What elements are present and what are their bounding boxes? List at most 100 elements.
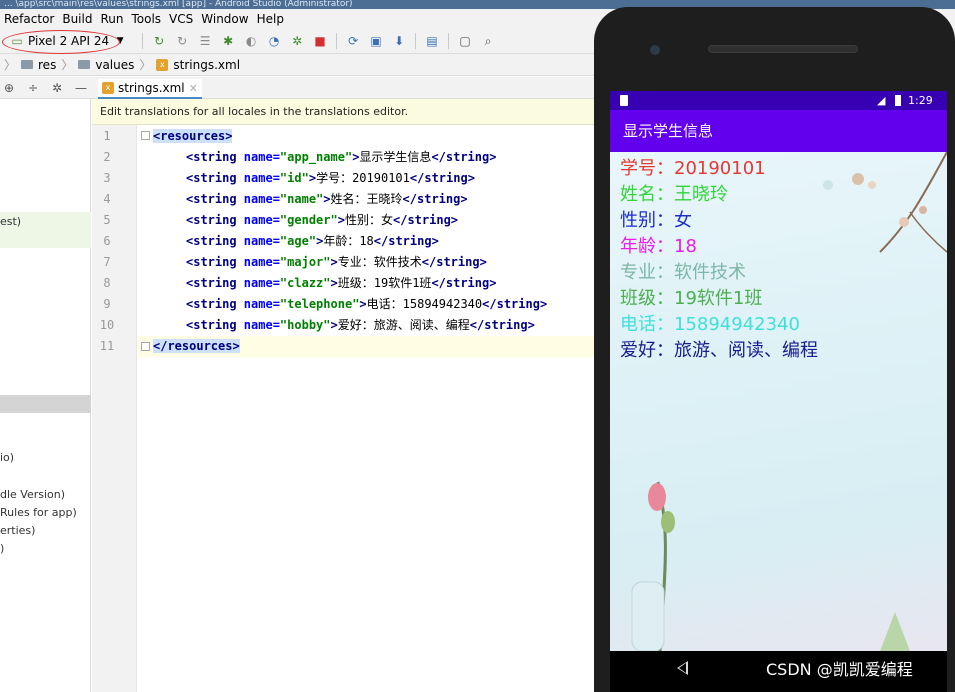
folder-icon: [78, 60, 91, 69]
signal-icon: ◢: [877, 94, 886, 107]
project-tree-item[interactable]: erties): [0, 524, 35, 537]
student-info-content: 学号：20190101 姓名：王晓玲 性别：女 年龄：18 专业：软件技术 班级：19软件…: [610, 152, 947, 651]
coverage-icon[interactable]: ☰: [198, 34, 212, 48]
string-name: clazz: [287, 276, 324, 290]
apply-changes-icon[interactable]: ↻: [152, 34, 166, 48]
menu-window[interactable]: Window: [201, 12, 248, 26]
line-number: 11: [99, 339, 115, 353]
apply-code-changes-icon[interactable]: ↻: [175, 34, 189, 48]
line-number: 1: [103, 129, 111, 143]
fold-marker-icon[interactable]: [141, 342, 150, 351]
menu-help[interactable]: Help: [257, 12, 284, 26]
front-camera: [650, 45, 660, 55]
breadcrumb-values[interactable]: values: [95, 58, 134, 72]
toolbar-separator: [336, 33, 338, 49]
debug-icon[interactable]: ✱: [221, 34, 235, 48]
avd-manager-icon[interactable]: ▣: [369, 34, 383, 48]
project-tree-selection: [0, 395, 91, 413]
chevron-right-icon: 〉: [61, 58, 74, 72]
back-icon[interactable]: [677, 661, 688, 675]
project-panel-toolbar: ⊕ ÷ ✲ —: [0, 77, 92, 99]
string-value: 姓名：王晓玲: [330, 192, 403, 206]
close-icon[interactable]: ✕: [189, 82, 198, 95]
resources-open-tag: <resources>: [153, 129, 233, 143]
red-annotation-oval: [2, 30, 120, 54]
student-field: 班级：19软件1班: [620, 288, 763, 309]
stop-icon[interactable]: ■: [313, 34, 327, 48]
line-number: 9: [103, 297, 111, 311]
watermark: CSDN @凯凯爱编程: [766, 660, 913, 679]
student-field: 学号：20190101: [620, 158, 766, 179]
app-title-bar: 显示学生信息: [610, 110, 947, 152]
menu-build[interactable]: Build: [62, 12, 92, 26]
collapse-all-icon[interactable]: ÷: [26, 81, 40, 95]
project-structure-icon[interactable]: ▢: [458, 34, 472, 48]
battery-icon: [895, 95, 901, 106]
breadcrumb-res[interactable]: res: [38, 58, 56, 72]
project-tree-item[interactable]: io): [0, 451, 14, 464]
line-number: 3: [103, 171, 111, 185]
menu-refactor[interactable]: Refactor: [4, 12, 54, 26]
toolbar-separator: [142, 33, 144, 49]
code-line-11: </resources>: [153, 336, 240, 357]
menu-tools[interactable]: Tools: [131, 12, 161, 26]
string-name: telephone: [287, 297, 353, 311]
string-value: 班级：19软件1班: [337, 276, 432, 290]
string-value: 显示学生信息: [359, 150, 432, 164]
code-line-2: <string name="app_name">显示学生信息</string>: [186, 150, 497, 164]
menu-run[interactable]: Run: [100, 12, 123, 26]
folder-icon: [21, 60, 34, 69]
hide-panel-icon[interactable]: —: [74, 81, 88, 95]
status-time: 1:29: [908, 94, 933, 107]
fold-marker-icon[interactable]: [141, 131, 150, 140]
code-line-7: <string name="major">专业：软件技术</string>: [186, 255, 487, 269]
project-tree-item[interactable]: dle Version): [0, 488, 65, 501]
code-line-3: <string name="id">学号：20190101</string>: [186, 171, 475, 185]
string-value: 年龄：18: [323, 234, 374, 248]
run-with-coverage-icon[interactable]: ◐: [244, 34, 258, 48]
code-line-9: <string name="telephone">电话：15894942340<…: [186, 297, 548, 311]
device-selector[interactable]: ▭ Pixel 2 API 24 ▼: [2, 30, 133, 54]
emulator-screen[interactable]: ◢ 1:29 显示学生信息 学号：20190101 姓名：王晓玲 性别：女 年龄…: [610, 91, 947, 651]
string-name: hobby: [287, 318, 324, 332]
earpiece-speaker: [708, 45, 858, 53]
project-tree-item[interactable]: ): [0, 542, 4, 555]
sd-card-icon: [620, 95, 628, 106]
string-value: 专业：软件技术: [337, 255, 422, 269]
attach-debugger-icon[interactable]: ✲: [290, 34, 304, 48]
sync-gradle-icon[interactable]: ⟳: [346, 34, 360, 48]
code-line-6: <string name="age">年龄：18</string>: [186, 234, 439, 248]
screenshot-root: ... \app\src\main\res\values\strings.xml…: [0, 0, 955, 692]
tab-strings-xml[interactable]: x strings.xml ✕: [98, 79, 202, 99]
window-title: ... \app\src\main\res\values\strings.xml…: [4, 0, 353, 9]
tab-label: strings.xml: [118, 81, 185, 95]
project-panel: est) io) dle Version) Rules for app) ert…: [0, 99, 91, 692]
code-line-10: <string name="hobby">爱好：旅游、阅读、编程</string…: [186, 318, 535, 332]
sdk-manager-icon[interactable]: ⬇: [392, 34, 406, 48]
string-name: name: [287, 192, 317, 206]
student-field: 姓名：王晓玲: [620, 184, 728, 205]
resources-close-tag: </resources>: [153, 339, 240, 353]
project-tree-item[interactable]: est): [0, 215, 21, 228]
menu-vcs[interactable]: VCS: [169, 12, 193, 26]
chevron-right-icon: 〉: [139, 58, 152, 72]
locate-icon[interactable]: ⊕: [2, 81, 16, 95]
xml-file-icon: x: [156, 58, 169, 71]
line-number: 5: [103, 213, 111, 227]
search-icon[interactable]: ⌕: [481, 34, 495, 48]
xml-file-icon: x: [102, 82, 114, 94]
breadcrumb-strings-xml[interactable]: strings.xml: [173, 58, 240, 72]
layout-inspector-icon[interactable]: ▤: [425, 34, 439, 48]
string-value: 电话：15894942340: [366, 297, 483, 311]
student-field: 专业：软件技术: [620, 262, 746, 283]
line-number: 7: [103, 255, 111, 269]
profile-icon[interactable]: ◔: [267, 34, 281, 48]
student-field: 爱好：旅游、阅读、编程: [620, 340, 818, 361]
code-line-1: <resources>: [153, 126, 233, 147]
student-field: 性别：女: [620, 210, 692, 231]
string-name: age: [287, 234, 309, 248]
gear-icon[interactable]: ✲: [50, 81, 64, 95]
student-field: 电话：15894942340: [620, 314, 800, 335]
project-tree-item[interactable]: Rules for app): [0, 506, 77, 519]
string-value: 性别：女: [344, 213, 393, 227]
